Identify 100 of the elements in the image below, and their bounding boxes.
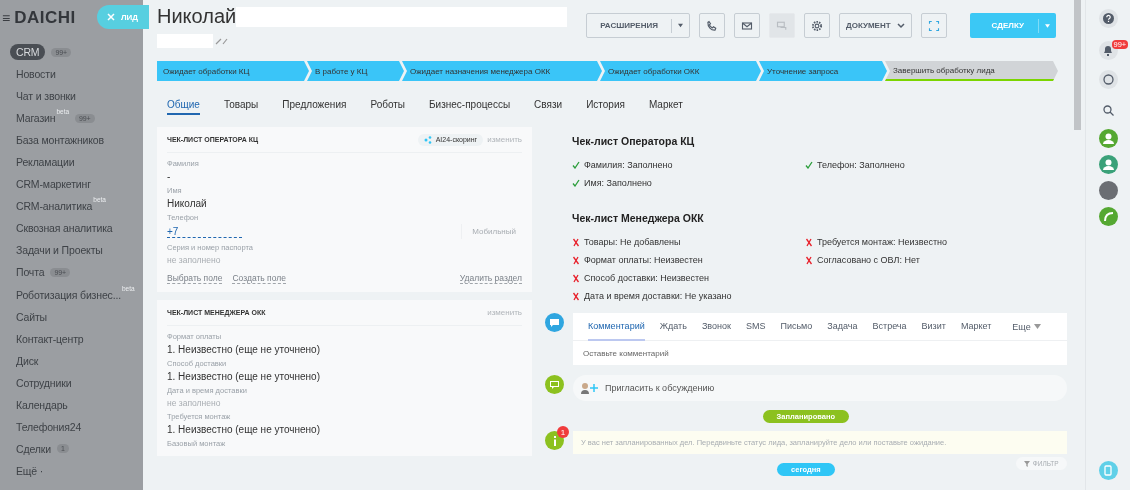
phone-link[interactable]: +7 bbox=[167, 225, 242, 238]
tab[interactable]: История bbox=[586, 99, 625, 115]
sidebar-item[interactable]: Чат и звонки bbox=[16, 90, 76, 103]
mail-icon bbox=[740, 19, 753, 32]
frame-button[interactable] bbox=[920, 13, 947, 38]
tab[interactable]: Роботы bbox=[370, 99, 406, 115]
activity-tab[interactable]: Ждать bbox=[659, 312, 687, 341]
avatar-placeholder[interactable] bbox=[1098, 181, 1118, 200]
document-button[interactable]: ДОКУМЕНТ bbox=[838, 13, 912, 38]
empty-value: не заполнено bbox=[167, 398, 222, 408]
field-value: Николай bbox=[167, 198, 208, 209]
phone-icon bbox=[705, 19, 718, 32]
stage-step[interactable]: Ожидает обработки КЦ bbox=[157, 61, 309, 81]
stage-step[interactable]: В работе у КЦ bbox=[307, 61, 404, 81]
tab[interactable]: Общие bbox=[167, 99, 200, 115]
sidebar-item[interactable]: CRM-маркетинг bbox=[16, 178, 91, 191]
call-button[interactable] bbox=[1098, 207, 1118, 226]
delete-section-link[interactable]: Удалить раздел bbox=[459, 273, 522, 284]
filter-icon bbox=[1023, 460, 1030, 467]
tab[interactable]: Связи bbox=[534, 99, 563, 115]
field-value: 1. Неизвестно (еще не уточнено) bbox=[167, 424, 321, 435]
user-icon bbox=[1102, 159, 1114, 170]
field-value: - bbox=[167, 171, 172, 182]
tab[interactable]: Предложения bbox=[282, 99, 347, 115]
checklist-item: Товары: Не добавлены bbox=[584, 237, 681, 247]
checklist-item: Формат оплаты: Неизвестен bbox=[584, 255, 703, 265]
phone-device-icon bbox=[1103, 465, 1113, 476]
empty-value: не заполнено bbox=[167, 255, 222, 265]
scrollbar[interactable] bbox=[1074, 0, 1081, 130]
activity-tab[interactable]: Маркет bbox=[960, 312, 992, 341]
sidebar-item[interactable]: Магазин bbox=[16, 112, 56, 125]
activity-tab[interactable]: Звонок bbox=[701, 312, 731, 341]
logo: DAICHI bbox=[14, 8, 76, 28]
checklist-item: Согласовано с ОВЛ: Нет bbox=[817, 255, 920, 265]
sidebar-item[interactable]: Диск bbox=[16, 354, 39, 367]
chat-button[interactable] bbox=[1098, 70, 1118, 89]
user-icon bbox=[1102, 133, 1114, 144]
stage-step[interactable]: Ожидает обработки ОКК bbox=[600, 61, 761, 81]
sidebar-item[interactable]: Почта bbox=[16, 266, 45, 279]
help-button[interactable] bbox=[1098, 8, 1118, 28]
field-link[interactable]: Создать поле bbox=[232, 273, 286, 284]
invite-button[interactable]: Пригласить к обсуждению bbox=[573, 375, 1067, 401]
more-button[interactable]: Еще bbox=[1006, 320, 1047, 333]
sidebar-item[interactable]: Сквозная аналитика bbox=[16, 222, 113, 235]
sidebar-item[interactable]: Новости bbox=[16, 68, 56, 81]
mail-button[interactable] bbox=[733, 13, 760, 38]
sidebar-item[interactable]: Сайты bbox=[16, 310, 47, 323]
sidebar-item[interactable]: Телефония24 bbox=[16, 420, 82, 433]
checklist-item: Фамилия: Заполнено bbox=[584, 160, 673, 170]
user-avatar[interactable] bbox=[1098, 155, 1118, 174]
count-badge: 1 bbox=[557, 426, 569, 438]
sidebar-item[interactable]: Рекламации bbox=[16, 156, 75, 169]
menu-icon[interactable]: ≡ bbox=[2, 10, 11, 26]
sidebar-item[interactable]: CRM-аналитика bbox=[16, 200, 93, 213]
add-user-icon bbox=[581, 382, 599, 394]
sidebar-item[interactable]: Календарь bbox=[16, 398, 68, 411]
tab[interactable]: Маркет bbox=[648, 99, 683, 115]
stage-step[interactable]: Ожидает назначения менеджера ОКК bbox=[402, 61, 602, 81]
extensions-label[interactable]: РАСШИРЕНИЯ bbox=[587, 14, 671, 37]
stage-step[interactable]: Уточнение запроса bbox=[759, 61, 887, 81]
checklist-title: Чек-лист Оператора КЦ bbox=[572, 135, 696, 147]
caret-icon bbox=[677, 23, 683, 28]
chevron-icon bbox=[896, 22, 905, 29]
field-value: 1. Неизвестно (еще не уточнено) bbox=[167, 344, 321, 355]
checklist-item: Телефон: Заполнено bbox=[817, 160, 905, 170]
sidebar-item[interactable]: База монтажников bbox=[16, 134, 104, 147]
search-icon bbox=[1102, 104, 1114, 116]
sidebar-item[interactable]: CRM bbox=[10, 44, 46, 60]
settings-icon bbox=[810, 19, 823, 32]
phone-icon bbox=[1102, 211, 1114, 222]
comment-icon bbox=[550, 318, 559, 327]
activity-tab[interactable]: Письмо bbox=[780, 312, 813, 341]
caret-icon bbox=[1033, 324, 1041, 329]
nodes-icon bbox=[423, 135, 432, 144]
comment-field[interactable]: Оставьте комментарий bbox=[573, 341, 1067, 365]
call-button[interactable] bbox=[698, 13, 725, 38]
lead-title: Николай bbox=[157, 5, 237, 28]
sidebar-item[interactable]: Сделки bbox=[16, 442, 51, 455]
sidebar-item[interactable]: Роботизация бизнес... bbox=[16, 288, 121, 301]
sidebar-item[interactable]: Задачи и Проекты bbox=[16, 244, 103, 257]
sidebar-item[interactable]: Ещё · bbox=[16, 464, 44, 477]
stage-step[interactable]: Завершить обработку лида bbox=[885, 61, 1058, 81]
tab[interactable]: Товары bbox=[223, 99, 259, 115]
activity-tab[interactable]: Встреча bbox=[872, 312, 907, 341]
extensions-button[interactable]: РАСШИРЕНИЯ bbox=[586, 13, 690, 38]
info-icon bbox=[552, 435, 557, 446]
checklist-item: Дата и время доставки: Не указано bbox=[584, 291, 732, 301]
field-value: 1. Неизвестно (еще не уточнено) bbox=[167, 371, 321, 382]
tab[interactable]: Бизнес-процессы bbox=[429, 99, 511, 115]
checklist-item: Требуется монтаж: Неизвестно bbox=[817, 237, 947, 247]
user-avatar[interactable] bbox=[1098, 129, 1118, 148]
settings-button[interactable] bbox=[803, 13, 830, 38]
sidebar-item[interactable]: Сотрудники bbox=[16, 376, 72, 389]
sidebar-item[interactable]: Контакт-центр bbox=[16, 332, 84, 345]
checklist-title: Чек-лист Менеджера ОКК bbox=[572, 212, 705, 224]
activity-tab[interactable]: Визит bbox=[921, 312, 946, 341]
frame-icon bbox=[927, 19, 940, 32]
field-link[interactable]: Выбрать поле bbox=[167, 273, 223, 284]
activity-tab[interactable]: Задача bbox=[827, 312, 858, 341]
activity-tab[interactable]: SMS bbox=[745, 312, 766, 341]
